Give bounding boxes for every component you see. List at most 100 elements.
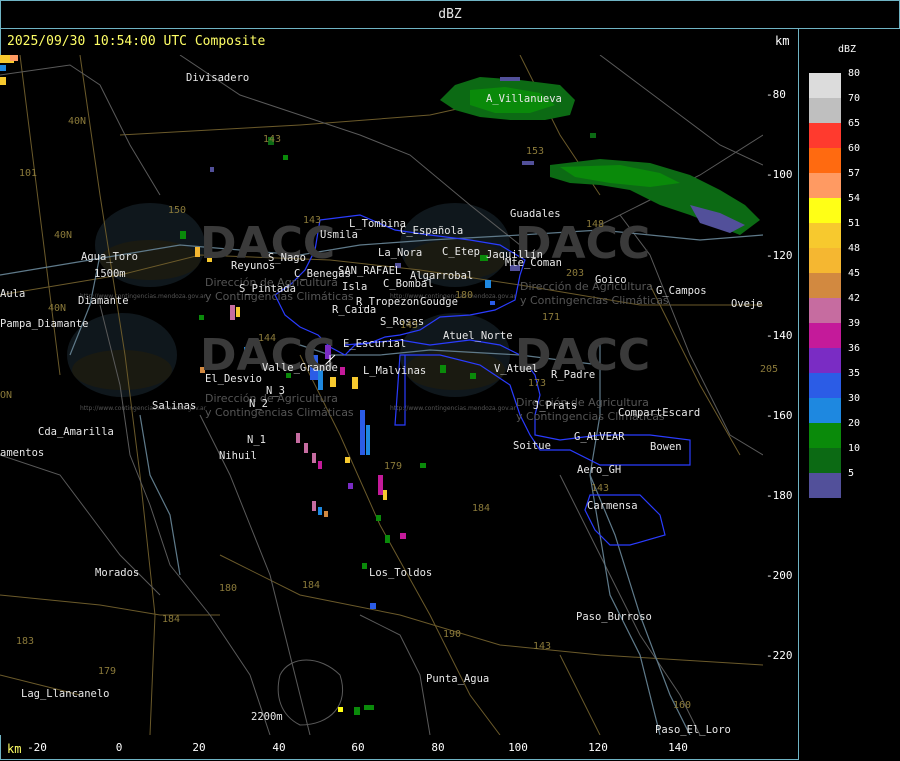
legend-label: 54 (848, 193, 861, 204)
x-tick-label: -20 (27, 741, 47, 754)
place-label: G_Campos (656, 285, 707, 297)
place-label: Los_Toldos (369, 567, 433, 579)
place-label: S_Pintada (239, 283, 296, 295)
legend-swatch (809, 173, 841, 198)
x-tick-label: 120 (588, 741, 608, 754)
place-label: R_Caida (332, 304, 377, 316)
road-label: 40N (48, 303, 67, 314)
y-tick-label: -200 (766, 569, 793, 582)
road-label: 171 (542, 312, 561, 323)
place-label: Paso_Burroso (576, 611, 652, 623)
y-tick-label: -140 (766, 329, 793, 342)
road-label: 160 (673, 700, 692, 711)
place-label: Aero_GH (577, 464, 622, 476)
road-label: 144 (258, 333, 277, 344)
legend-label: 70 (848, 93, 861, 104)
place-label: N_2 (249, 398, 268, 410)
road-label: 153 (526, 146, 545, 157)
unit-label-bottom: km (7, 742, 22, 756)
legend-label: 42 (848, 293, 861, 304)
road-label: 190 (443, 629, 462, 640)
watermark-line2: y Contingencias Climáticas (205, 406, 354, 419)
legend-swatch (809, 248, 841, 273)
radar-map[interactable] (0, 55, 763, 735)
road-label: 143 (303, 215, 322, 226)
place-label: Salinas (152, 400, 197, 412)
place-label: Atuel_Norte (443, 330, 513, 342)
road-label: 173 (528, 378, 547, 389)
road-label: 150 (168, 205, 187, 216)
place-label: Goico (595, 274, 627, 286)
place-label: Nihuil (219, 450, 257, 462)
place-label: Lag_Llancanelo (21, 688, 110, 700)
legend-label: 48 (848, 243, 861, 254)
y-tick-label: -160 (766, 409, 793, 422)
place-label: Soitue (513, 440, 551, 452)
place-label: R_Padre (551, 369, 596, 381)
legend-swatch (809, 98, 841, 123)
road-label: 148 (586, 219, 605, 230)
y-tick-label: -220 (766, 649, 793, 662)
legend-label: 80 (848, 68, 861, 79)
legend-label: 65 (848, 118, 861, 129)
place-label: CompartEscard (618, 407, 701, 419)
place-label: A_Villanueva (486, 93, 562, 105)
road-label: 184 (162, 614, 181, 625)
road-label: 40N (54, 230, 73, 241)
watermark-line2: y Contingencias Climáticas (520, 294, 669, 307)
color-legend (809, 73, 841, 498)
x-tick-label: 40 (272, 741, 286, 754)
legend-label: 36 (848, 343, 861, 354)
legend-swatch (809, 223, 841, 248)
x-tick-label: 100 (508, 741, 528, 754)
place-label: Agua_Toro (81, 251, 138, 263)
legend-swatch (809, 448, 841, 473)
place-label: Diamante (78, 295, 129, 307)
road-label: 40N (68, 116, 87, 127)
place-label: Morados (95, 567, 140, 579)
place-label: Carmensa (587, 500, 638, 512)
legend-title: dBZ (838, 44, 857, 55)
place-label: Aula (0, 288, 26, 300)
legend-swatch (809, 273, 841, 298)
road-label: 180 (219, 583, 238, 594)
y-tick-label: -80 (766, 88, 786, 101)
legend-label: 60 (848, 143, 861, 154)
road-label: 101 (19, 168, 38, 179)
legend-swatch (809, 348, 841, 373)
legend-label: 57 (848, 168, 861, 179)
y-tick-label: -180 (766, 489, 793, 502)
legend-swatch (809, 298, 841, 323)
place-label: Valle_Grande (262, 362, 338, 374)
road-label: 179 (98, 666, 117, 677)
place-label: G_ALVEAR (574, 431, 625, 443)
place-label: C_Etep (442, 246, 480, 258)
place-label: C_Española (400, 225, 464, 237)
legend-label: 10 (848, 443, 861, 454)
legend-label: 5 (848, 468, 855, 479)
road-label: 143 (591, 483, 610, 494)
place-label: Punta_Agua (426, 673, 490, 685)
place-label: amentos (0, 447, 45, 459)
legend-swatch (809, 323, 841, 348)
timestamp: 2025/09/30 10:54:00 UTC Composite (7, 34, 266, 49)
place-label: Bowen (650, 441, 682, 453)
legend-label: 39 (848, 318, 861, 329)
legend-swatch (809, 473, 841, 498)
place-label: V_Atuel (494, 363, 539, 375)
place-label: Guadales (510, 208, 561, 220)
place-label: Goudge (420, 296, 458, 308)
watermark-line1: Dirección de Agricultura (520, 280, 653, 293)
watermark-url: http://www.contingencias.mendoza.gov.ar (390, 405, 517, 412)
road-label: 203 (566, 268, 585, 279)
road-label: 143 (263, 134, 282, 145)
legend-swatch (809, 423, 841, 448)
road-label: 184 (472, 503, 491, 514)
road-label: ON (0, 390, 13, 401)
legend-swatch (809, 373, 841, 398)
x-tick-label: 20 (192, 741, 206, 754)
place-label: L_Malvinas (363, 365, 427, 377)
place-label: E_Escurial (343, 338, 407, 350)
legend-label: 20 (848, 418, 861, 429)
place-label: La_Nora (378, 247, 423, 259)
